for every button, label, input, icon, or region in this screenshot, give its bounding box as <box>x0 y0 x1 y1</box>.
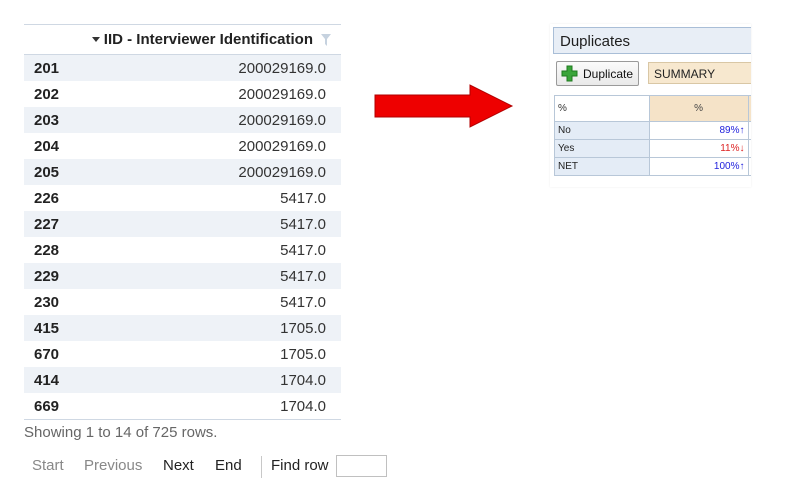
row-value: 1705.0 <box>280 320 326 337</box>
filter-icon[interactable] <box>321 34 331 46</box>
row-id: 230 <box>34 294 60 311</box>
grid-row: Yes 11%↓ <box>554 139 751 158</box>
table-row[interactable]: 226 5417.0 <box>24 185 341 211</box>
row-value: 200029169.0 <box>238 86 326 103</box>
row-id: 229 <box>34 268 60 285</box>
row-id: 669 <box>34 398 60 415</box>
column-header-label: IID - Interviewer Identification <box>103 31 313 48</box>
row-value: 200029169.0 <box>238 112 326 129</box>
grid-header-left: % <box>554 95 650 122</box>
table-row[interactable]: 227 5417.0 <box>24 211 341 237</box>
row-value: 5417.0 <box>280 268 326 285</box>
row-value: 5417.0 <box>280 242 326 259</box>
table-row[interactable]: 230 5417.0 <box>24 289 341 315</box>
row-value: 1705.0 <box>280 346 326 363</box>
row-id: 414 <box>34 372 60 389</box>
row-id: 226 <box>34 190 60 207</box>
pager-previous-link[interactable]: Previous <box>84 457 142 474</box>
grid-row-value: 100%↑ <box>648 157 750 176</box>
row-value: 1704.0 <box>280 372 326 389</box>
grid-row: NET 100%↑ <box>554 157 751 176</box>
row-value: 200029169.0 <box>238 60 326 77</box>
table-row[interactable]: 205 200029169.0 <box>24 159 341 185</box>
table-row[interactable]: 201 200029169.0 <box>24 55 341 81</box>
row-id: 204 <box>34 138 60 155</box>
pager-divider <box>261 456 262 478</box>
row-id: 203 <box>34 112 60 129</box>
row-id: 201 <box>34 60 60 77</box>
find-row-label: Find row <box>271 457 329 474</box>
grid-row: No 89%↑ <box>554 121 751 140</box>
row-id: 415 <box>34 320 60 337</box>
summary-field[interactable]: SUMMARY <box>648 62 751 84</box>
table-body: 201 200029169.0 202 200029169.0 203 2000291… <box>24 55 341 420</box>
table-row[interactable]: 415 1705.0 <box>24 315 341 341</box>
row-value: 5417.0 <box>280 190 326 207</box>
arrow-down-icon: ↓ <box>739 143 745 154</box>
row-id: 227 <box>34 216 60 233</box>
table-row[interactable]: 229 5417.0 <box>24 263 341 289</box>
pager-next-link[interactable]: Next <box>163 457 194 474</box>
table-row[interactable]: 202 200029169.0 <box>24 81 341 107</box>
row-value: 200029169.0 <box>238 138 326 155</box>
arrow-up-icon: ↑ <box>739 125 745 136</box>
row-value: 200029169.0 <box>238 164 326 181</box>
duplicates-panel: Duplicates Duplicate SUMMARY % % No 89%↑… <box>550 24 751 187</box>
green-plus-icon <box>561 65 578 82</box>
column-header[interactable]: IID - Interviewer Identification <box>91 31 313 48</box>
grid-row-label: NET <box>554 157 650 176</box>
table-row[interactable]: 203 200029169.0 <box>24 107 341 133</box>
table-row[interactable]: 204 200029169.0 <box>24 133 341 159</box>
pager-start-link[interactable]: Start <box>32 457 64 474</box>
grid-row-value: 11%↓ <box>648 139 750 158</box>
duplicate-button-label: Duplicate <box>583 67 634 81</box>
results-grid: % % No 89%↑ Yes 11%↓ NET 100%↑ <box>554 95 751 176</box>
panel-title: Duplicates <box>553 27 751 54</box>
row-id: 205 <box>34 164 60 181</box>
pagination-info: Showing 1 to 14 of 725 rows. <box>24 424 218 441</box>
find-row-input[interactable] <box>336 455 387 477</box>
table-row[interactable]: 414 1704.0 <box>24 367 341 393</box>
row-id: 670 <box>34 346 60 363</box>
row-value: 1704.0 <box>280 398 326 415</box>
sort-desc-icon[interactable] <box>91 37 100 42</box>
table-row[interactable]: 670 1705.0 <box>24 341 341 367</box>
duplicate-button[interactable]: Duplicate <box>556 61 639 86</box>
row-id: 228 <box>34 242 60 259</box>
row-id: 202 <box>34 86 60 103</box>
grid-row-label: Yes <box>554 139 650 158</box>
table-row[interactable]: 228 5417.0 <box>24 237 341 263</box>
data-table: IID - Interviewer Identification 201 2000… <box>24 24 341 420</box>
grid-row-value: 89%↑ <box>648 121 750 140</box>
arrow-up-icon: ↑ <box>739 161 745 172</box>
table-row[interactable]: 669 1704.0 <box>24 393 341 419</box>
table-header: IID - Interviewer Identification <box>24 25 341 55</box>
row-value: 5417.0 <box>280 216 326 233</box>
row-value: 5417.0 <box>280 294 326 311</box>
grid-row-label: No <box>554 121 650 140</box>
red-right-arrow-icon <box>374 84 514 128</box>
grid-header-right: % <box>648 95 750 122</box>
pager-end-link[interactable]: End <box>215 457 242 474</box>
